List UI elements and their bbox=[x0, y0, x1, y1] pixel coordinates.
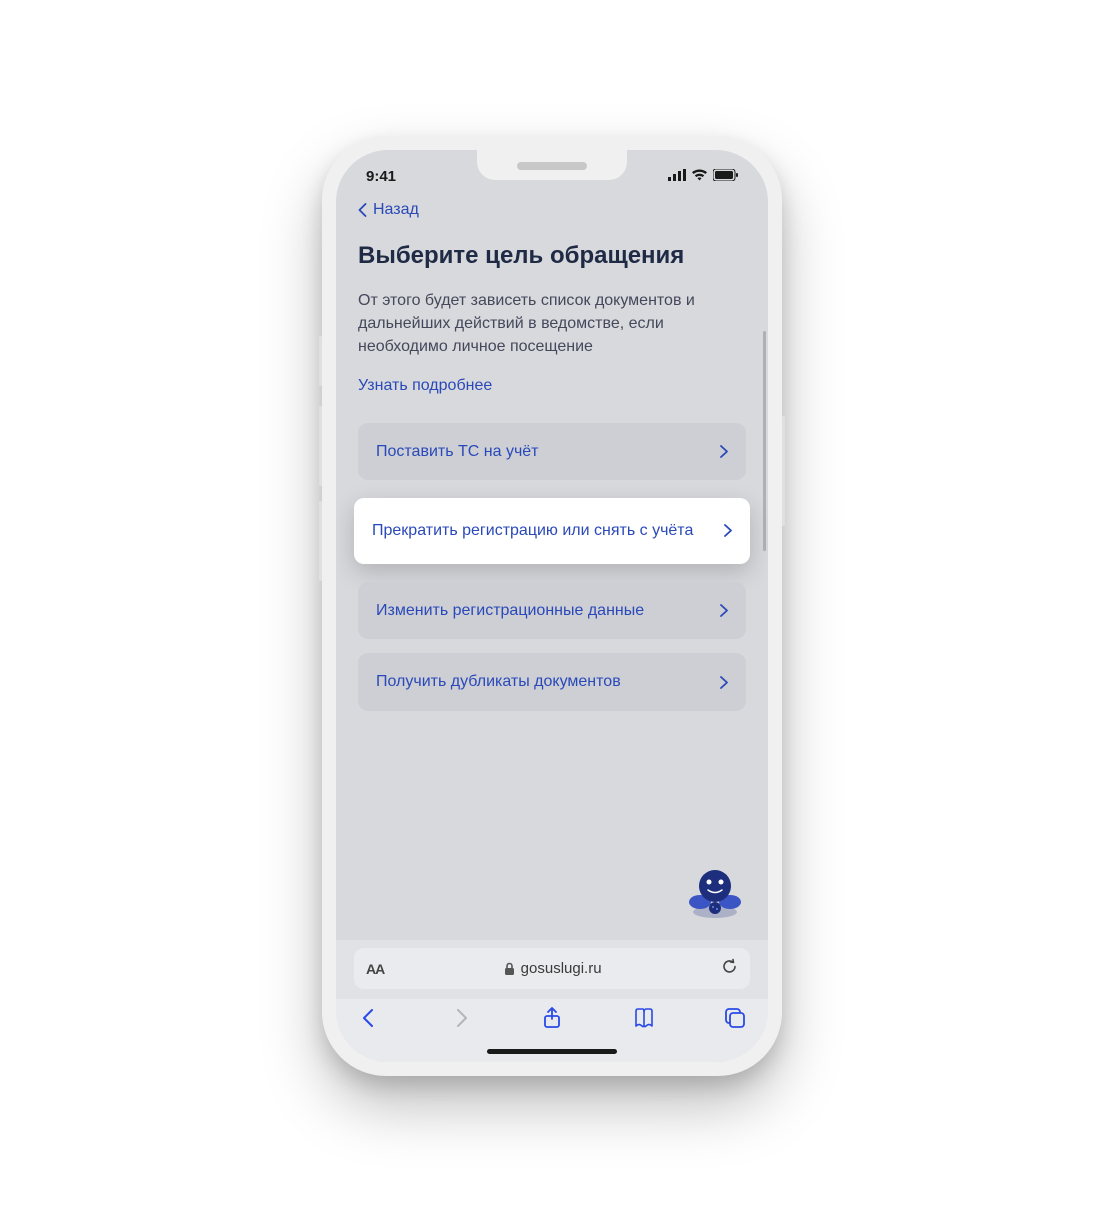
reload-button[interactable] bbox=[721, 958, 738, 979]
option-item-1[interactable]: Прекратить регистрацию или снять с учёта bbox=[354, 498, 750, 564]
text-size-button[interactable]: AA bbox=[366, 961, 384, 977]
tabs-button[interactable] bbox=[724, 1007, 746, 1034]
assistant-mascot[interactable] bbox=[684, 860, 746, 922]
chevron-right-icon bbox=[720, 604, 728, 617]
url-domain: gosuslugi.ru bbox=[521, 960, 602, 977]
option-item-2[interactable]: Изменить регистрационные данные bbox=[358, 582, 746, 640]
learn-more-link[interactable]: Узнать подробнее bbox=[358, 377, 746, 395]
browser-address-bar: AA gosuslugi.ru bbox=[336, 940, 768, 999]
option-label: Изменить регистрационные данные bbox=[376, 600, 720, 622]
back-button[interactable]: Назад bbox=[358, 201, 746, 219]
scroll-indicator bbox=[763, 331, 766, 551]
option-label: Получить дубликаты документов bbox=[376, 671, 720, 693]
browser-back-button[interactable] bbox=[358, 1007, 380, 1034]
url-field[interactable]: AA gosuslugi.ru bbox=[354, 948, 750, 989]
chevron-right-icon bbox=[720, 445, 728, 458]
status-time: 9:41 bbox=[366, 168, 396, 185]
option-label: Прекратить регистрацию или снять с учёта bbox=[372, 520, 724, 542]
phone-device-frame: 9:41 Назад Выберите цель обращения О bbox=[322, 136, 782, 1076]
bookmarks-button[interactable] bbox=[633, 1007, 655, 1034]
option-list: Поставить ТС на учёт Прекратить регистрац… bbox=[358, 423, 746, 711]
lock-icon bbox=[504, 962, 515, 976]
chevron-right-icon bbox=[724, 524, 732, 537]
cellular-icon bbox=[668, 168, 686, 185]
battery-icon bbox=[713, 168, 738, 185]
option-item-3[interactable]: Получить дубликаты документов bbox=[358, 653, 746, 711]
page-content: Назад Выберите цель обращения От этого б… bbox=[336, 191, 768, 940]
notch bbox=[477, 150, 627, 180]
option-item-0[interactable]: Поставить ТС на учёт bbox=[358, 423, 746, 481]
phone-screen: 9:41 Назад Выберите цель обращения О bbox=[336, 150, 768, 1062]
option-label: Поставить ТС на учёт bbox=[376, 441, 720, 463]
chevron-right-icon bbox=[720, 676, 728, 689]
page-subtitle: От этого будет зависеть список документо… bbox=[358, 289, 746, 359]
share-button[interactable] bbox=[541, 1007, 563, 1034]
page-title: Выберите цель обращения bbox=[358, 241, 746, 271]
back-label: Назад bbox=[373, 201, 419, 219]
browser-forward-button[interactable] bbox=[450, 1007, 472, 1034]
home-indicator[interactable] bbox=[487, 1049, 617, 1054]
chevron-left-icon bbox=[358, 203, 367, 217]
wifi-icon bbox=[691, 168, 708, 185]
